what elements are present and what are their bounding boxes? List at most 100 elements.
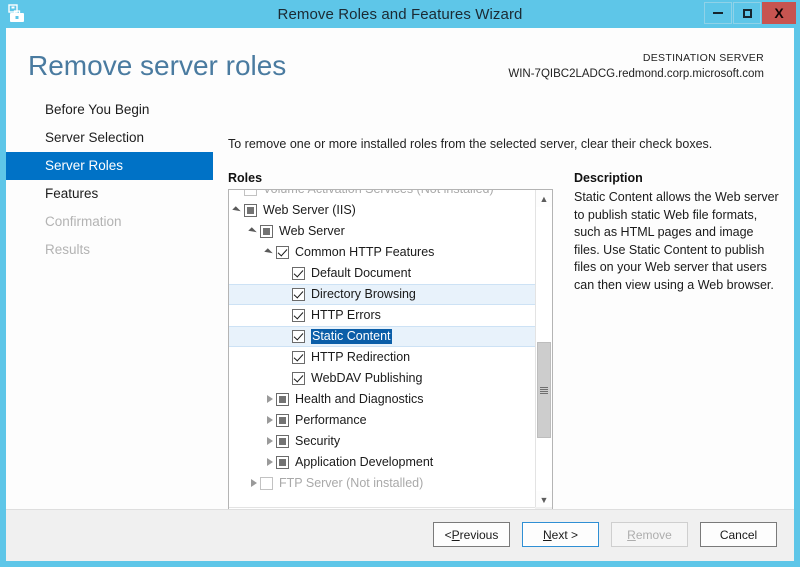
scroll-up-button[interactable]: ▲ xyxy=(536,190,552,207)
scroll-thumb-grip xyxy=(540,386,548,394)
roles-tree[interactable]: Volume Activation Services (Not installe… xyxy=(228,189,553,526)
tree-row[interactable]: Application Development xyxy=(229,452,535,473)
wizard-navigation: Before You Begin Server Selection Server… xyxy=(6,96,213,526)
sidebar-item-results: Results xyxy=(45,242,91,257)
destination-server-block: DESTINATION SERVER WIN-7QIBC2LADCG.redmo… xyxy=(508,51,764,81)
tree-row[interactable]: HTTP Redirection xyxy=(229,347,535,368)
tree-row[interactable]: Web Server xyxy=(229,221,535,242)
tree-row[interactable]: Health and Diagnostics xyxy=(229,389,535,410)
collapse-arrow-icon[interactable] xyxy=(265,394,276,405)
vertical-scroll-thumb[interactable] xyxy=(537,342,551,438)
main-content: To remove one or more installed roles fr… xyxy=(213,96,794,526)
close-icon: X xyxy=(774,5,784,21)
tree-item-label: Common HTTP Features xyxy=(295,245,435,259)
checkbox-partial[interactable] xyxy=(276,414,289,427)
title-bar: Remove Roles and Features Wizard X xyxy=(0,0,800,28)
tree-row[interactable]: Performance xyxy=(229,410,535,431)
tree-row[interactable]: Directory Browsing xyxy=(229,284,535,305)
previous-button[interactable]: < Previous xyxy=(433,522,510,547)
destination-server-label: DESTINATION SERVER xyxy=(642,52,764,64)
tree-row[interactable]: WebDAV Publishing xyxy=(229,368,535,389)
roles-column-header: Roles xyxy=(228,171,263,185)
tree-item-label: Web Server (IIS) xyxy=(263,203,356,217)
checkbox-checked[interactable] xyxy=(292,288,305,301)
tree-row[interactable]: Default Document xyxy=(229,263,535,284)
checkbox-checked[interactable] xyxy=(276,246,289,259)
collapse-arrow-icon[interactable] xyxy=(249,478,260,489)
footer-button-row: < Previous Next > Remove Cancel xyxy=(433,522,777,547)
tree-row[interactable]: HTTP Errors xyxy=(229,305,535,326)
roles-tree-vertical-scrollbar[interactable]: ▲ ▼ xyxy=(535,190,552,508)
sidebar-item-before-you-begin[interactable]: Before You Begin xyxy=(6,96,213,124)
roles-tree-viewport: Volume Activation Services (Not installe… xyxy=(229,190,535,508)
scroll-down-button[interactable]: ▼ xyxy=(536,491,552,508)
tree-item-label: Default Document xyxy=(311,266,412,280)
sidebar-item-confirmation: Confirmation xyxy=(45,214,122,229)
checkbox-partial[interactable] xyxy=(276,435,289,448)
tree-item-label: Health and Diagnostics xyxy=(295,392,424,406)
sidebar-item-server-selection[interactable]: Server Selection xyxy=(6,124,213,152)
expand-arrow-icon[interactable] xyxy=(265,247,276,258)
tree-item-label: Static Content xyxy=(311,329,392,344)
sidebar-item-server-roles[interactable]: Server Roles xyxy=(6,152,213,180)
expand-arrow-icon[interactable] xyxy=(233,205,244,216)
tree-item-label: Performance xyxy=(295,413,367,427)
window-title: Remove Roles and Features Wizard xyxy=(277,5,523,23)
minimize-button[interactable] xyxy=(704,2,732,24)
tree-item-label: WebDAV Publishing xyxy=(311,371,423,385)
roles-tree-list: Volume Activation Services (Not installe… xyxy=(229,190,535,494)
checkbox-checked[interactable] xyxy=(292,267,305,280)
checkbox-partial[interactable] xyxy=(244,204,257,217)
description-text: Static Content allows the Web server to … xyxy=(574,190,783,292)
expand-arrow-icon[interactable] xyxy=(249,226,260,237)
tree-item-label: FTP Server (Not installed) xyxy=(279,476,424,490)
next-button[interactable]: Next > xyxy=(522,522,599,547)
page-title: Remove server roles xyxy=(28,50,287,81)
window-controls: X xyxy=(703,2,796,24)
tree-item-label: Web Server xyxy=(279,224,345,238)
tree-row[interactable]: Static Content xyxy=(229,326,535,347)
tree-row[interactable]: Security xyxy=(229,431,535,452)
checkbox-partial[interactable] xyxy=(260,225,273,238)
page-header: Remove server roles DESTINATION SERVER W… xyxy=(6,28,794,92)
window-body: Remove server roles DESTINATION SERVER W… xyxy=(6,28,794,561)
checkbox-checked[interactable] xyxy=(292,351,305,364)
wizard-window: Remove Roles and Features Wizard X Remov… xyxy=(0,0,800,567)
checkbox-partial[interactable] xyxy=(276,456,289,469)
remove-button: Remove xyxy=(611,522,688,547)
cancel-button[interactable]: Cancel xyxy=(700,522,777,547)
destination-server-name: WIN-7QIBC2LADCG.redmond.corp.microsoft.c… xyxy=(508,68,764,80)
tree-row[interactable]: Web Server (IIS) xyxy=(229,200,535,221)
tree-row[interactable]: Volume Activation Services (Not installe… xyxy=(229,190,535,200)
checkbox-unchecked xyxy=(244,190,257,196)
close-button[interactable]: X xyxy=(762,2,796,24)
tree-item-label: Application Development xyxy=(295,455,434,469)
tree-item-label: Directory Browsing xyxy=(311,287,416,301)
tree-row[interactable]: Common HTTP Features xyxy=(229,242,535,263)
tree-item-label: Security xyxy=(295,434,341,448)
tree-item-label: Volume Activation Services (Not installe… xyxy=(263,190,494,197)
tree-row[interactable]: FTP Server (Not installed) xyxy=(229,473,535,494)
collapse-arrow-icon[interactable] xyxy=(265,415,276,426)
checkbox-checked[interactable] xyxy=(292,309,305,322)
instruction-text: To remove one or more installed roles fr… xyxy=(228,137,713,151)
description-column-header: Description xyxy=(574,171,643,185)
collapse-arrow-icon[interactable] xyxy=(265,457,276,468)
checkbox-unchecked xyxy=(260,477,273,490)
tree-item-label: HTTP Errors xyxy=(311,308,381,322)
maximize-icon xyxy=(742,8,752,18)
sidebar-item-features[interactable]: Features xyxy=(6,180,213,208)
server-toolbox-icon xyxy=(8,4,24,22)
collapse-arrow-icon[interactable] xyxy=(265,436,276,447)
checkbox-checked[interactable] xyxy=(292,330,305,343)
maximize-button[interactable] xyxy=(733,2,761,24)
checkbox-partial[interactable] xyxy=(276,393,289,406)
checkbox-checked[interactable] xyxy=(292,372,305,385)
